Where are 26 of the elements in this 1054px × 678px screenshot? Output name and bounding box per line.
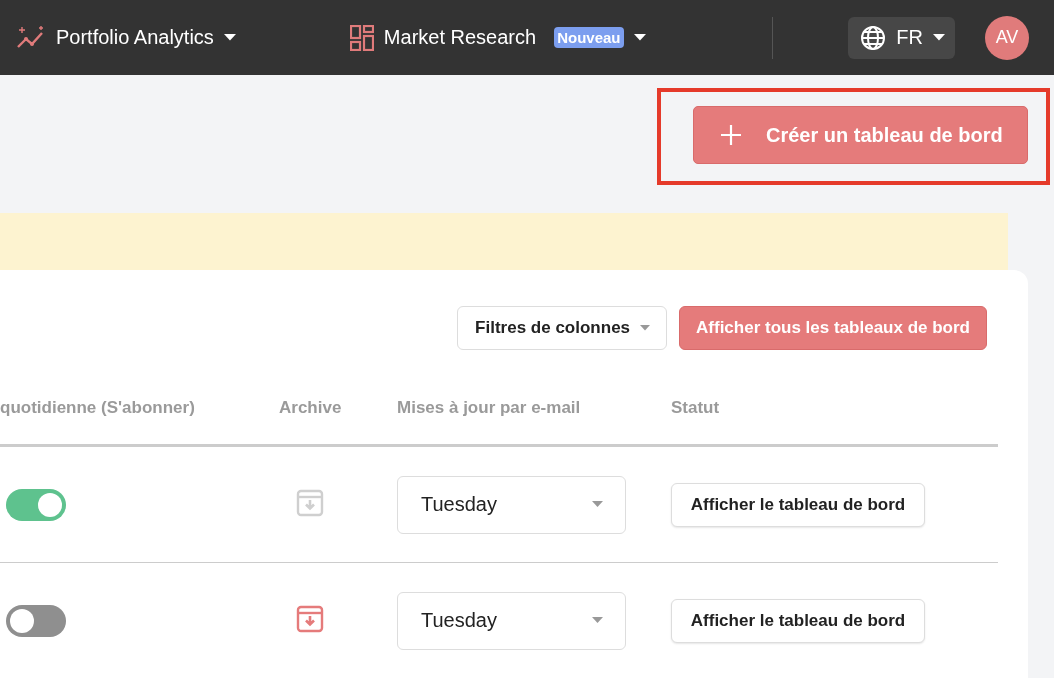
workspace-menu[interactable]: Portfolio Analytics xyxy=(16,24,236,51)
layout-icon xyxy=(349,24,374,51)
column-header: Statut xyxy=(671,398,721,418)
caret-icon xyxy=(592,617,603,624)
view-dashboard-button[interactable]: Afficher le tableau de bord xyxy=(671,598,925,643)
globe-icon xyxy=(860,24,887,51)
project-menu[interactable]: Market Research Nouveau xyxy=(349,24,646,51)
column-header: Mises à jour par e-mail xyxy=(397,398,582,418)
column-filter-dropdown[interactable]: Filtres de colonnes xyxy=(457,306,668,350)
caret-icon xyxy=(223,34,236,41)
email-day-select[interactable]: Tuesday xyxy=(397,591,626,650)
caret-icon xyxy=(933,34,945,41)
view-dashboard-button[interactable]: Afficher le tableau de bord xyxy=(671,482,925,527)
column-header: Archive xyxy=(279,398,343,418)
archive-icon[interactable] xyxy=(296,488,324,517)
column-header: quotidienne (S'abonner) xyxy=(0,398,196,418)
subscribe-toggle[interactable] xyxy=(6,488,66,521)
subscribe-toggle[interactable] xyxy=(6,604,66,637)
caret-icon xyxy=(633,34,646,41)
archive-icon[interactable] xyxy=(296,604,324,633)
new-badge: Nouveau xyxy=(554,27,624,48)
language-selector[interactable]: FR xyxy=(848,16,955,59)
caret-icon xyxy=(640,325,651,331)
plus-icon xyxy=(720,124,742,146)
caret-icon xyxy=(592,501,603,508)
email-day-select[interactable]: Tuesday xyxy=(397,475,626,534)
